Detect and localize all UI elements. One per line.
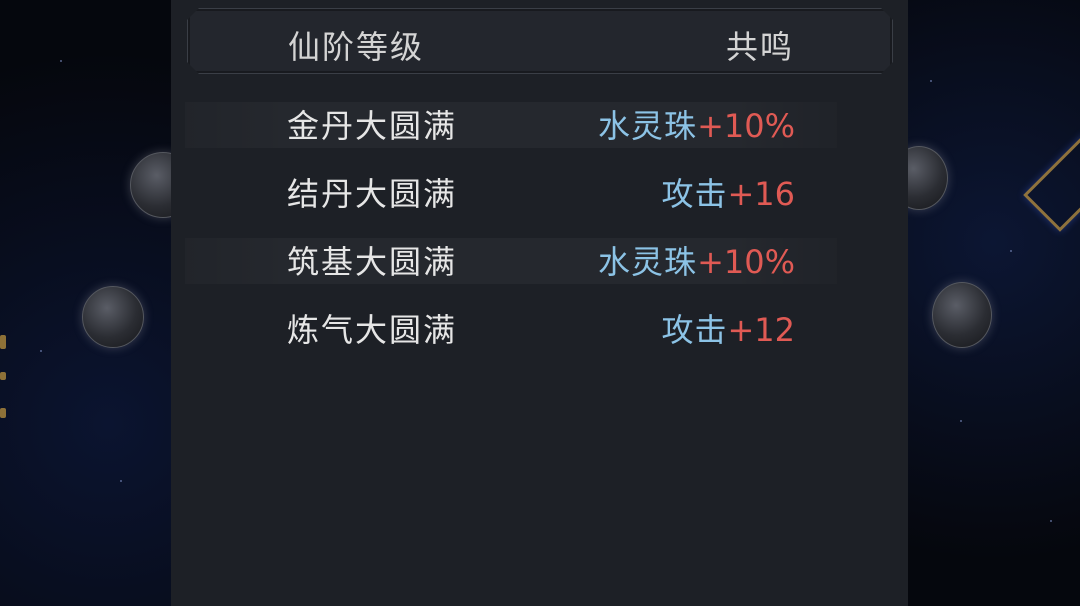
realm-label: 炼气大圆满 [287, 311, 458, 349]
bonus-stat: 水灵珠 [598, 243, 698, 281]
bonus-value: +16 [727, 175, 795, 213]
realm-label: 金丹大圆满 [287, 107, 458, 145]
table-row: 筑基大圆满 水灵珠+10% [185, 238, 837, 284]
left-orb-bottom[interactable] [82, 286, 144, 348]
bonus-value: +12 [727, 311, 795, 349]
header-level: 仙阶等级 [288, 28, 425, 66]
header-resonance: 共鸣 [725, 28, 794, 66]
bonus-stat: 水灵珠 [598, 107, 698, 145]
resonance-bonus: 水灵珠+10% [598, 106, 795, 146]
left-edge-ornament [0, 372, 6, 380]
bonus-stat: 攻击 [661, 175, 728, 213]
table-row: 金丹大圆满 水灵珠+10% [185, 102, 837, 148]
realm-label: 结丹大圆满 [287, 175, 458, 213]
realm-label: 筑基大圆满 [287, 243, 458, 281]
bonus-stat: 攻击 [661, 311, 728, 349]
table-row: 炼气大圆满 攻击+12 [185, 306, 837, 352]
resonance-bonus: 攻击+16 [661, 174, 795, 214]
table-header: 仙阶等级 共鸣 [187, 8, 893, 74]
bonus-value: +10% [697, 107, 795, 145]
resonance-bonus: 水灵珠+10% [598, 242, 795, 282]
resonance-panel: 仙阶等级 共鸣 金丹大圆满 水灵珠+10% 结丹大圆满 攻击+16 筑基大圆满 … [171, 0, 908, 606]
bonus-value: +10% [697, 243, 795, 281]
left-edge-ornament [0, 335, 6, 349]
resonance-bonus: 攻击+12 [661, 310, 795, 350]
right-orb-bottom[interactable] [932, 282, 992, 348]
left-edge-ornament [0, 408, 6, 418]
table-row: 结丹大圆满 攻击+16 [185, 170, 837, 216]
